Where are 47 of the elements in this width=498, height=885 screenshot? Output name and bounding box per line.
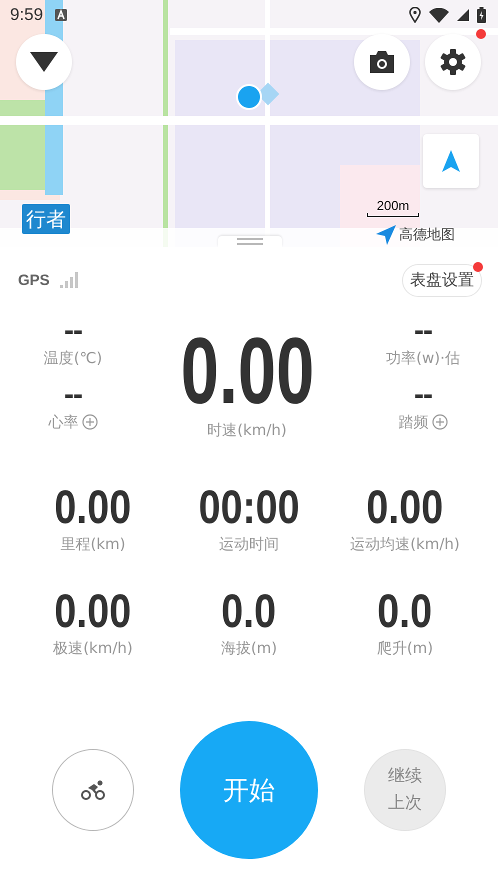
metric-label: 里程(km): [60, 534, 126, 555]
triangle-icon: [30, 52, 58, 72]
metric-label: 温度(℃): [44, 348, 102, 369]
scale-bar: [367, 213, 419, 217]
status-time: 9:59: [10, 5, 44, 25]
metric-value: 0.00: [54, 481, 132, 533]
locate-button[interactable]: [423, 134, 479, 188]
dial-settings-button[interactable]: 表盘设置: [402, 264, 482, 296]
metric-label: 运动时间: [219, 534, 279, 555]
plus-circle-icon: [432, 414, 448, 430]
mode-badge: 行者: [22, 204, 70, 234]
battery-icon: [477, 7, 486, 23]
metric-value: 0.00: [54, 585, 132, 637]
metric-label: 踏频: [398, 412, 428, 433]
plus-circle-icon: [82, 414, 98, 430]
location-icon: [409, 7, 421, 23]
metric-value: 0.0: [222, 585, 276, 637]
gps-label: GPS: [18, 272, 50, 288]
signal-bars-icon: [60, 272, 80, 288]
arrow-icon: [376, 225, 396, 245]
metric-label: 极速(km/h): [53, 638, 133, 659]
metric-label: 功率(w)·估: [386, 348, 460, 369]
metric-value: --: [414, 379, 432, 411]
metric-value: --: [64, 379, 82, 411]
scale-label: 200m: [376, 198, 410, 213]
metric-value: 00:00: [198, 481, 300, 533]
metric-value: 0.00: [366, 481, 444, 533]
signal-icon: [457, 7, 469, 23]
metric-label: 心率: [48, 412, 78, 433]
cyclist-icon: [80, 780, 106, 800]
metric-value: --: [64, 315, 82, 347]
resume-button[interactable]: 继续上次: [364, 749, 446, 831]
metric-label: 运动均速(km/h): [350, 534, 460, 555]
settings-icon: [439, 48, 467, 76]
start-button[interactable]: 开始: [180, 721, 318, 859]
a-icon: [55, 9, 68, 21]
wifi-icon: [429, 8, 449, 22]
navigation-arrow-icon: [442, 150, 460, 172]
speed-value: 0.00: [180, 323, 314, 419]
metric-label: 时速(km/h): [207, 420, 287, 441]
map-provider-logo: 高德地图: [399, 226, 455, 244]
metric-value: 0.0: [378, 585, 432, 637]
camera-icon: [368, 50, 396, 74]
metric-label: 海拔(m): [220, 638, 278, 659]
drawer-handle[interactable]: [218, 236, 282, 247]
metric-value: --: [414, 315, 432, 347]
metric-label: 爬升(m): [376, 638, 434, 659]
